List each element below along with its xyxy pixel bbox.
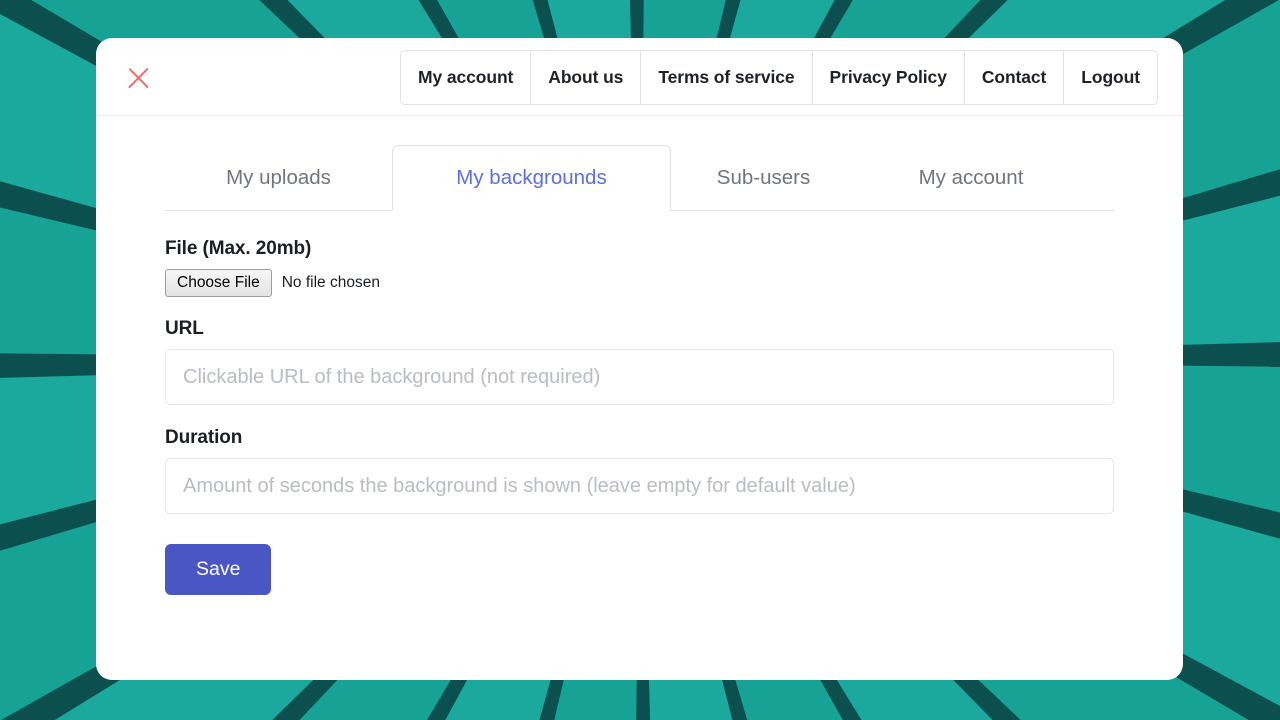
tab-bar: My uploads My backgrounds Sub-users My a… (165, 145, 1114, 211)
account-modal: My account About us Terms of service Pri… (96, 38, 1183, 680)
tab-sub-users[interactable]: Sub-users (671, 145, 856, 211)
background-form: File (Max. 20mb) Choose File No file cho… (165, 211, 1114, 595)
topnav-item-my-account[interactable]: My account (400, 50, 532, 105)
topnav-item-about-us[interactable]: About us (531, 50, 642, 105)
topnav-item-privacy-policy[interactable]: Privacy Policy (812, 50, 965, 105)
topnav-item-terms-of-service[interactable]: Terms of service (641, 50, 813, 105)
file-label: File (Max. 20mb) (165, 238, 312, 259)
topnav-item-contact[interactable]: Contact (964, 50, 1065, 105)
tab-my-account[interactable]: My account (856, 145, 1086, 211)
file-input[interactable]: Choose File No file chosen (165, 269, 1114, 297)
topnav-item-logout[interactable]: Logout (1064, 50, 1158, 105)
tab-my-backgrounds[interactable]: My backgrounds (392, 145, 671, 211)
modal-header: My account About us Terms of service Pri… (96, 38, 1183, 116)
url-field-group: URL (165, 318, 1114, 405)
duration-input[interactable] (165, 458, 1114, 514)
modal-body: My uploads My backgrounds Sub-users My a… (96, 116, 1183, 595)
tab-my-uploads[interactable]: My uploads (165, 145, 392, 211)
duration-label: Duration (165, 427, 243, 448)
file-status-text: No file chosen (281, 274, 380, 291)
save-button[interactable]: Save (165, 544, 272, 595)
url-input[interactable] (165, 349, 1114, 405)
file-field-group: File (Max. 20mb) Choose File No file cho… (165, 238, 1114, 297)
top-navigation: My account About us Terms of service Pri… (400, 50, 1158, 105)
url-label: URL (165, 318, 204, 339)
choose-file-button[interactable]: Choose File (165, 269, 272, 297)
close-icon[interactable] (122, 62, 154, 94)
duration-field-group: Duration (165, 427, 1114, 514)
